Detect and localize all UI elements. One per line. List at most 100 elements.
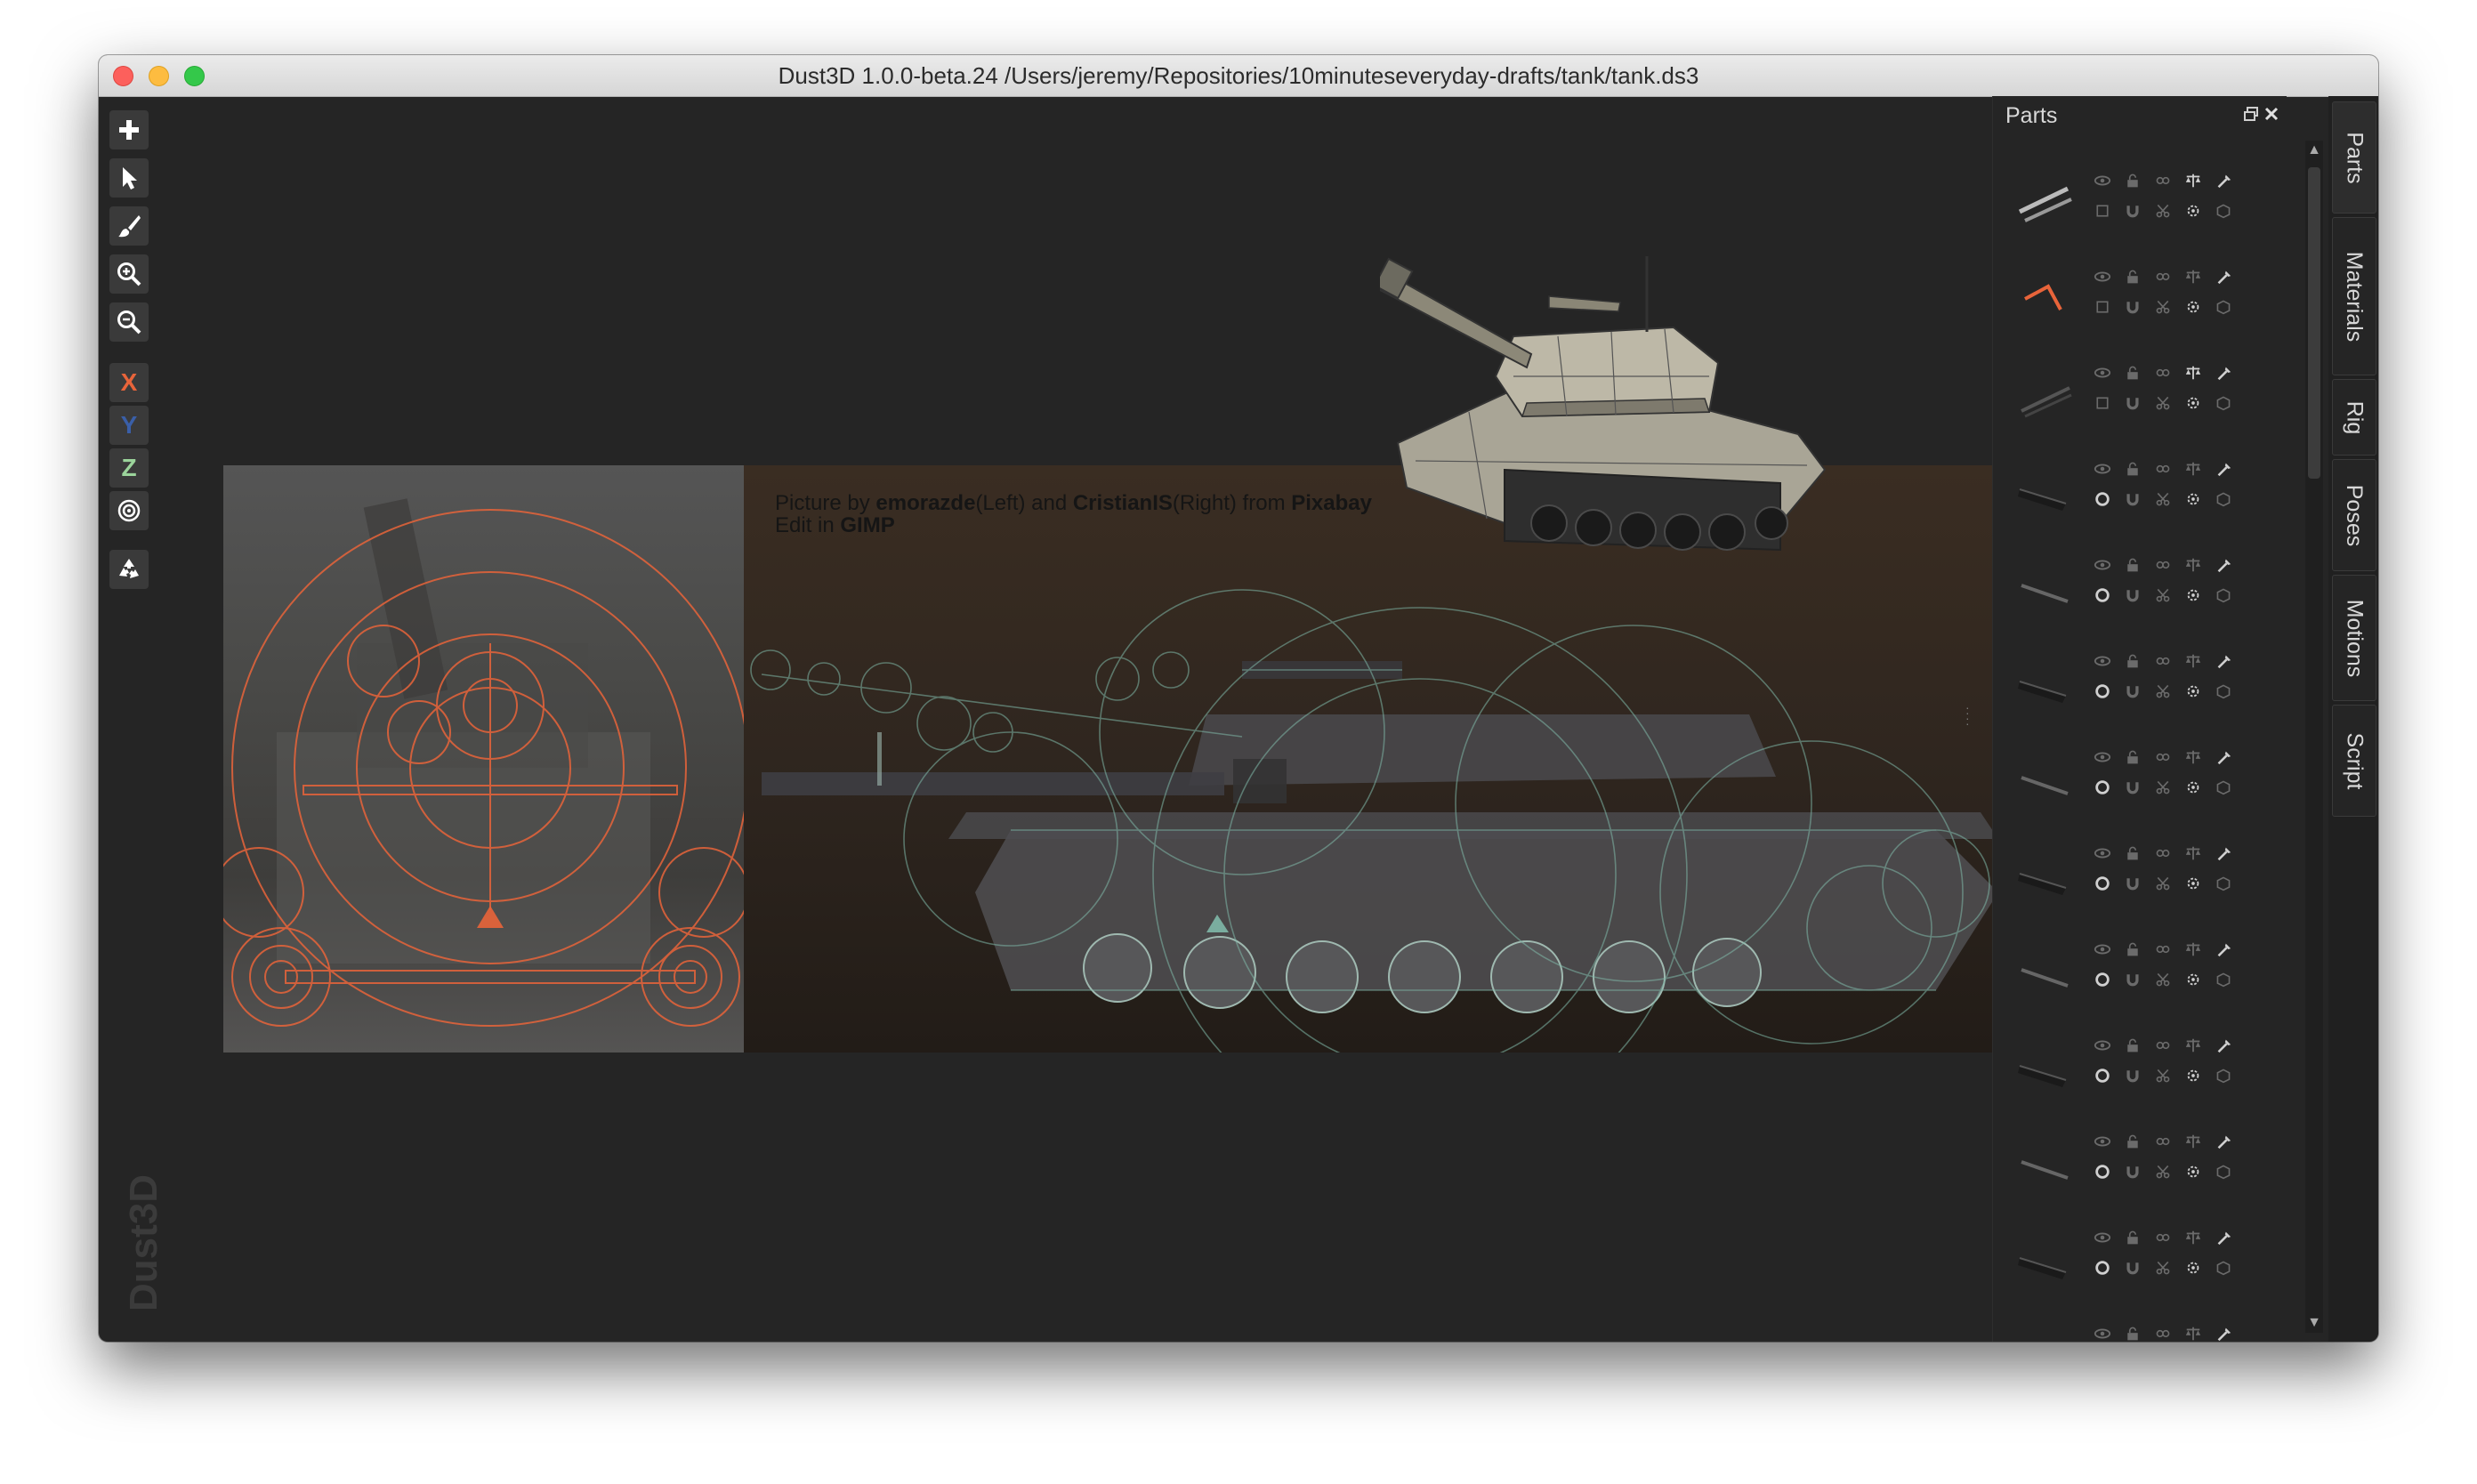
material-icon[interactable] (2214, 489, 2233, 509)
cut-face-icon[interactable] (2153, 970, 2173, 989)
regenerate-button[interactable] (109, 550, 149, 589)
part-list-item[interactable] (1993, 936, 2260, 1032)
magnet-icon[interactable] (2123, 1258, 2142, 1278)
lock-icon[interactable] (2123, 1132, 2142, 1151)
eye-visibility-icon[interactable] (2093, 940, 2112, 959)
rounded-end-icon[interactable] (2093, 1162, 2112, 1182)
link-icon[interactable] (2153, 555, 2173, 575)
part-list-item[interactable] (1993, 456, 2260, 552)
lock-icon[interactable] (2123, 1324, 2142, 1342)
mirror-balance-icon[interactable] (2183, 459, 2203, 479)
link-icon[interactable] (2153, 747, 2173, 767)
eye-visibility-icon[interactable] (2093, 171, 2112, 190)
color-picker-icon[interactable] (2214, 459, 2233, 479)
link-icon[interactable] (2153, 1324, 2173, 1342)
y-lock-button[interactable]: Y (109, 406, 149, 445)
cut-face-icon[interactable] (2153, 874, 2173, 893)
eye-visibility-icon[interactable] (2093, 1132, 2112, 1151)
cut-face-icon[interactable] (2153, 1066, 2173, 1085)
color-picker-icon[interactable] (2214, 363, 2233, 383)
gear-icon[interactable] (2183, 778, 2203, 797)
lock-icon[interactable] (2123, 459, 2142, 479)
tab-motions[interactable]: Motions (2332, 575, 2376, 701)
material-icon[interactable] (2214, 874, 2233, 893)
link-icon[interactable] (2153, 1228, 2173, 1247)
lock-icon[interactable] (2123, 1228, 2142, 1247)
tab-rig[interactable]: Rig (2332, 379, 2376, 456)
gear-icon[interactable] (2183, 585, 2203, 605)
lock-icon[interactable] (2123, 940, 2142, 959)
model-viewport[interactable]: Picture by emorazde(Left) and CristianIS… (161, 96, 2083, 1342)
gear-icon[interactable] (2183, 874, 2203, 893)
mirror-balance-icon[interactable] (2183, 363, 2203, 383)
select-tool-button[interactable] (109, 158, 149, 198)
eye-visibility-icon[interactable] (2093, 1228, 2112, 1247)
color-picker-icon[interactable] (2214, 1228, 2233, 1247)
rounded-end-icon[interactable] (2093, 1258, 2112, 1278)
eye-visibility-icon[interactable] (2093, 459, 2112, 479)
color-picker-icon[interactable] (2214, 843, 2233, 863)
color-picker-icon[interactable] (2214, 1324, 2233, 1342)
cut-face-icon[interactable] (2153, 682, 2173, 701)
material-icon[interactable] (2214, 682, 2233, 701)
rounded-end-icon[interactable] (2093, 1066, 2112, 1085)
close-icon[interactable] (2263, 105, 2280, 123)
x-lock-button[interactable]: X (109, 363, 149, 402)
cut-face-icon[interactable] (2153, 489, 2173, 509)
material-icon[interactable] (2214, 201, 2233, 221)
mirror-balance-icon[interactable] (2183, 1036, 2203, 1055)
scroll-up-arrow-icon[interactable]: ▲ (2305, 141, 2323, 160)
cut-face-icon[interactable] (2153, 585, 2173, 605)
magnet-icon[interactable] (2123, 393, 2142, 413)
color-picker-icon[interactable] (2214, 1132, 2233, 1151)
material-icon[interactable] (2214, 1162, 2233, 1182)
part-list-item[interactable] (1993, 1320, 2260, 1342)
cut-face-icon[interactable] (2153, 1162, 2173, 1182)
mirror-balance-icon[interactable] (2183, 651, 2203, 671)
tab-materials[interactable]: Materials (2332, 217, 2376, 375)
color-picker-icon[interactable] (2214, 1036, 2233, 1055)
part-list-item[interactable] (1993, 552, 2260, 648)
part-list-item[interactable] (1993, 648, 2260, 744)
gear-icon[interactable] (2183, 201, 2203, 221)
tab-poses[interactable]: Poses (2332, 459, 2376, 571)
zoom-in-button[interactable] (109, 254, 149, 294)
tab-script[interactable]: Script (2332, 705, 2376, 817)
gear-icon[interactable] (2183, 393, 2203, 413)
lock-icon[interactable] (2123, 267, 2142, 286)
magnet-icon[interactable] (2123, 297, 2142, 317)
eye-visibility-icon[interactable] (2093, 747, 2112, 767)
gear-icon[interactable] (2183, 1066, 2203, 1085)
add-tool-button[interactable] (109, 110, 149, 149)
eye-visibility-icon[interactable] (2093, 267, 2112, 286)
color-picker-icon[interactable] (2214, 267, 2233, 286)
mirror-balance-icon[interactable] (2183, 940, 2203, 959)
rounded-end-icon[interactable] (2093, 585, 2112, 605)
gear-icon[interactable] (2183, 970, 2203, 989)
link-icon[interactable] (2153, 651, 2173, 671)
lock-icon[interactable] (2123, 363, 2142, 383)
cut-face-icon[interactable] (2153, 778, 2173, 797)
link-icon[interactable] (2153, 267, 2173, 286)
part-list-item[interactable] (1993, 1224, 2260, 1320)
gear-icon[interactable] (2183, 682, 2203, 701)
gear-icon[interactable] (2183, 1162, 2203, 1182)
part-list-item[interactable] (1993, 744, 2260, 840)
mirror-balance-icon[interactable] (2183, 1228, 2203, 1247)
cut-face-icon[interactable] (2153, 1258, 2173, 1278)
rounded-end-icon[interactable] (2093, 778, 2112, 797)
gear-icon[interactable] (2183, 1258, 2203, 1278)
link-icon[interactable] (2153, 459, 2173, 479)
eye-visibility-icon[interactable] (2093, 1324, 2112, 1342)
material-icon[interactable] (2214, 585, 2233, 605)
gear-icon[interactable] (2183, 297, 2203, 317)
link-icon[interactable] (2153, 363, 2173, 383)
color-picker-icon[interactable] (2214, 555, 2233, 575)
mirror-balance-icon[interactable] (2183, 171, 2203, 190)
link-icon[interactable] (2153, 171, 2173, 190)
disable-icon[interactable] (2093, 201, 2112, 221)
mirror-balance-icon[interactable] (2183, 1132, 2203, 1151)
material-icon[interactable] (2214, 778, 2233, 797)
material-icon[interactable] (2214, 393, 2233, 413)
tab-parts[interactable]: Parts (2332, 101, 2376, 214)
